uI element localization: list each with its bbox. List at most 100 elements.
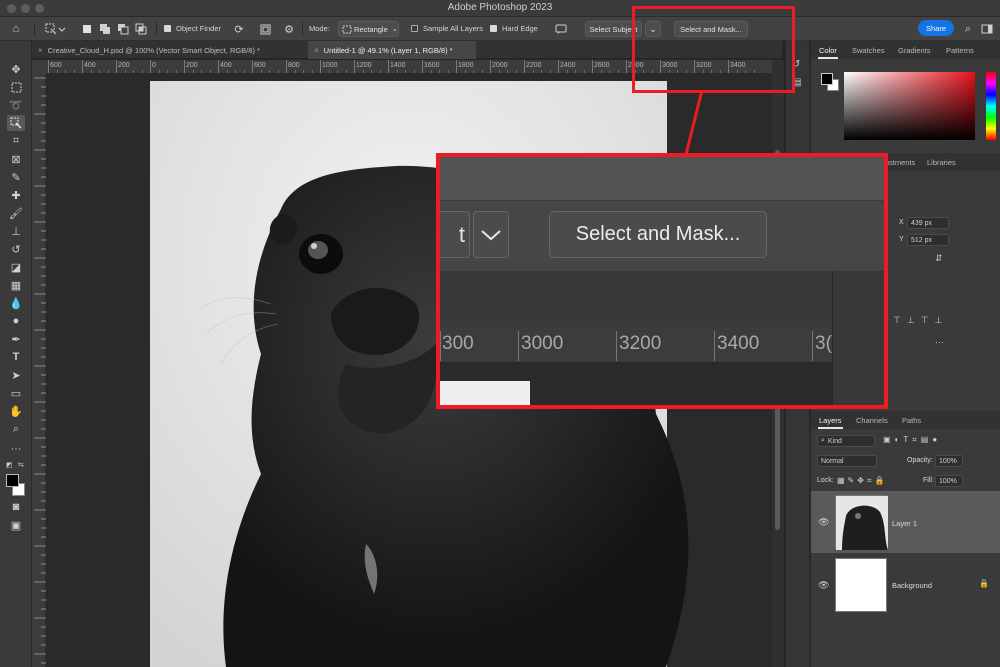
gradient-tool-icon[interactable]: ▦: [7, 277, 25, 293]
sample-all-layers-checkbox[interactable]: [411, 25, 418, 32]
layer-filter-select[interactable]: ⌕ Kind: [817, 435, 875, 447]
refresh-icon[interactable]: ⟳: [232, 21, 246, 37]
screen-mode-icon[interactable]: ▣: [7, 517, 25, 533]
ruler-label: 1600: [424, 62, 440, 69]
ruler-tick: [388, 60, 389, 73]
hue-slider[interactable]: [986, 72, 996, 140]
vertical-ruler-ticks: [34, 77, 46, 664]
fill-field[interactable]: 100%: [935, 475, 963, 487]
visibility-eye-icon[interactable]: 👁: [818, 517, 829, 528]
divider: [34, 22, 35, 36]
tab-swatches[interactable]: Swatches: [847, 41, 890, 59]
ruler-label: 3400: [717, 333, 760, 354]
clone-stamp-tool-icon[interactable]: ⊥: [7, 223, 25, 239]
brush-tool-icon[interactable]: 🖌: [7, 205, 25, 221]
tab-libraries[interactable]: Libraries: [922, 153, 961, 171]
photoshop-window: Adobe Photoshop 2023 ⌂ Object Finder ⟳ ⚙…: [0, 0, 1000, 667]
zoom-tool-icon[interactable]: ⌕: [7, 421, 25, 437]
foreground-color-swatch[interactable]: [821, 73, 833, 85]
x-position-field[interactable]: 439 px: [907, 217, 949, 229]
add-to-selection-icon[interactable]: [98, 21, 112, 37]
tab-patterns[interactable]: Patterns: [941, 41, 979, 59]
layer-row-background[interactable]: 👁 Background 🔒: [811, 554, 1000, 616]
mode-select[interactable]: Rectangle ⌄: [338, 21, 399, 37]
tab-untitled-1[interactable]: × Untitled-1 @ 49.1% (Layer 1, RGB/8) *: [308, 41, 476, 59]
healing-brush-tool-icon[interactable]: ✚: [7, 187, 25, 203]
share-button[interactable]: Share: [918, 20, 954, 36]
hard-edge-checkbox[interactable]: [490, 25, 497, 32]
intersect-selection-icon[interactable]: [134, 21, 148, 37]
hand-tool-icon[interactable]: ✋: [7, 403, 25, 419]
lasso-tool-icon[interactable]: ➰: [7, 97, 25, 113]
pen-tool-icon[interactable]: ✒: [7, 331, 25, 347]
more-tools-icon[interactable]: ···: [7, 441, 25, 457]
ruler-tick: [558, 60, 559, 73]
layer-thumbnail: [835, 495, 888, 550]
object-selection-icon: [45, 23, 66, 35]
search-icon[interactable]: ⌕: [962, 21, 974, 37]
default-colors-icon[interactable]: ◩: [6, 461, 13, 469]
object-finder-checkbox[interactable]: [164, 25, 171, 32]
vertical-ruler[interactable]: [32, 74, 46, 667]
close-tab-icon[interactable]: ×: [314, 46, 319, 55]
y-position-field[interactable]: 512 px: [907, 234, 949, 246]
layers-panel-tabs: Layers Channels Paths: [811, 411, 1000, 429]
close-tab-icon[interactable]: ×: [38, 46, 43, 55]
frame-tool-icon[interactable]: ⊠: [7, 151, 25, 167]
quick-mask-icon[interactable]: ◙: [7, 499, 25, 515]
tab-creative-cloud[interactable]: × Creative_Cloud_H.psd @ 100% (Vector Sm…: [32, 41, 307, 59]
dodge-tool-icon[interactable]: ●: [7, 313, 25, 329]
move-tool-icon[interactable]: ✥: [7, 61, 25, 77]
ruler-tick: [490, 60, 491, 73]
tab-channels[interactable]: Channels: [851, 411, 893, 429]
tab-paths[interactable]: Paths: [897, 411, 926, 429]
ruler-tick: [616, 331, 617, 361]
zoomed-tab-bar: [440, 271, 884, 327]
zoomed-callout: t Select and Mask... 300 3000 3200 3400 …: [436, 153, 888, 409]
foreground-color-swatch[interactable]: [6, 474, 19, 487]
path-selection-tool-icon[interactable]: ➤: [7, 367, 25, 383]
swap-colors-icon[interactable]: ⇆: [18, 461, 24, 469]
tab-color[interactable]: Color: [814, 41, 842, 59]
tab-gradients[interactable]: Gradients: [893, 41, 936, 59]
visibility-eye-icon[interactable]: 👁: [818, 580, 829, 591]
blend-mode-select[interactable]: Normal: [817, 455, 877, 467]
layer-name: Background: [892, 581, 933, 590]
ruler-tick: [116, 60, 117, 73]
blur-tool-icon[interactable]: 💧: [7, 295, 25, 311]
workspace-icon[interactable]: [980, 21, 994, 37]
gear-icon[interactable]: ⚙: [282, 21, 296, 37]
object-selection-tool-icon[interactable]: [7, 115, 25, 131]
ruler-tick: [592, 60, 593, 73]
color-swatches[interactable]: ◩ ⇆: [6, 461, 26, 496]
flip-vertical-icon[interactable]: ⇵: [935, 253, 943, 264]
hard-edge-label: Hard Edge: [502, 24, 538, 33]
chat-icon[interactable]: [554, 21, 568, 37]
tool-preset-picker[interactable]: [42, 21, 68, 37]
rectangle-tool-icon[interactable]: ▭: [7, 385, 25, 401]
align-icons[interactable]: ⊤⊥⊤⊥: [893, 315, 948, 326]
eraser-tool-icon[interactable]: ◪: [7, 259, 25, 275]
crop-tool-icon[interactable]: ⌗: [7, 133, 25, 149]
new-selection-icon[interactable]: [80, 21, 94, 37]
ruler-origin[interactable]: [32, 60, 46, 74]
subtract-from-selection-icon[interactable]: [116, 21, 130, 37]
tab-layers[interactable]: Layers: [814, 411, 847, 429]
layer-row-layer-1[interactable]: 👁 Layer 1: [811, 491, 1000, 553]
ruler-tick: [320, 60, 321, 73]
zoomed-chevron-down-icon: [473, 211, 509, 258]
object-finder-label: Object Finder: [176, 24, 222, 33]
marquee-tool-icon[interactable]: [7, 79, 25, 95]
color-picker-field[interactable]: [844, 72, 975, 140]
opacity-field[interactable]: 100%: [935, 455, 963, 467]
lock-icons[interactable]: ▦✎✥⌗🔒: [837, 476, 887, 486]
ruler-label: 400: [84, 62, 96, 69]
history-brush-tool-icon[interactable]: ↺: [7, 241, 25, 257]
show-all-objects-icon[interactable]: [258, 21, 272, 37]
more-options-icon[interactable]: ···: [935, 337, 944, 347]
home-icon[interactable]: ⌂: [8, 21, 24, 37]
zoomed-canvas: [440, 363, 832, 405]
eyedropper-tool-icon[interactable]: ✎: [7, 169, 25, 185]
type-tool-icon[interactable]: T: [7, 349, 25, 365]
layer-filter-icons[interactable]: ▣◐T⌗▤●: [883, 435, 941, 445]
